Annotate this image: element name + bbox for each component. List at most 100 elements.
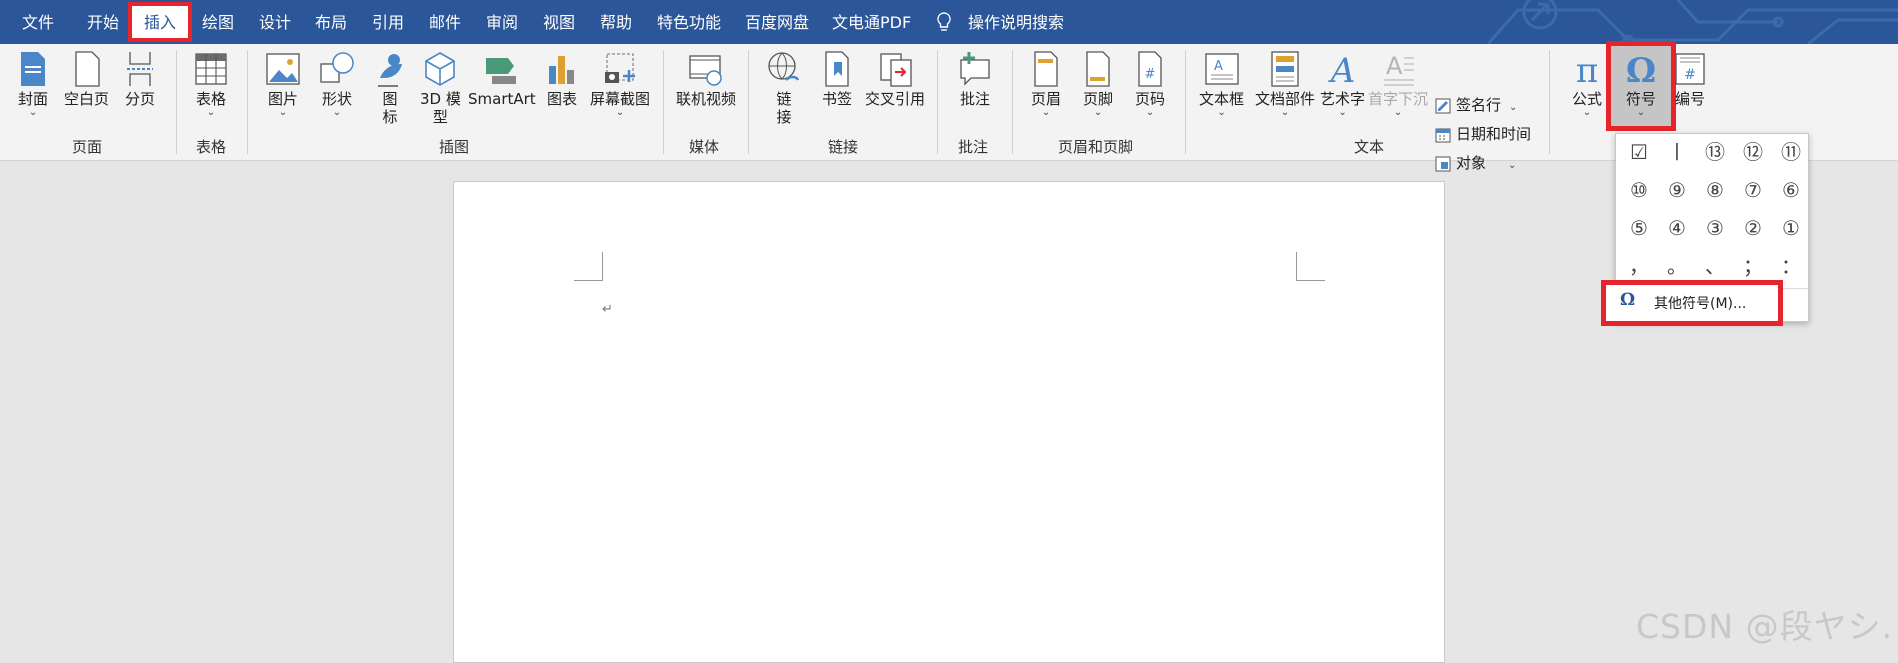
group-divider — [1012, 50, 1013, 154]
wordart-button[interactable]: A 艺术字 ⌄ — [1320, 50, 1365, 118]
tab-wendiantong-pdf[interactable]: 文电通PDF — [832, 0, 911, 44]
link-button[interactable]: 链 接 — [766, 50, 802, 126]
more-symbols-button[interactable]: Ω 其他符号(M)... — [1601, 280, 1783, 326]
bird-icon — [378, 54, 402, 87]
shapes-icon — [320, 52, 354, 83]
drop-cap-label: 首字下沉 — [1368, 90, 1429, 108]
table-button[interactable]: 表格 ⌄ — [194, 50, 228, 118]
chart-label: 图表 — [546, 90, 577, 108]
icons-button[interactable]: 图 标 — [372, 50, 408, 126]
symbol-cell[interactable]: 、 — [1698, 250, 1732, 282]
symbol-cell[interactable]: 。 — [1660, 250, 1694, 282]
chevron-down-icon: ⌄ — [1338, 107, 1347, 118]
film-icon — [689, 55, 722, 86]
screenshot-label: 屏幕截图 — [590, 90, 651, 108]
page-number-button[interactable]: # 页码 ⌄ — [1135, 50, 1165, 118]
symbol-cell[interactable]: ⑨ — [1660, 174, 1694, 206]
tab-references[interactable]: 引用 — [372, 0, 404, 44]
bookmark-button[interactable]: 书签 — [822, 50, 852, 108]
document-page[interactable] — [453, 181, 1445, 663]
smartart-icon — [485, 58, 516, 84]
symbol-cell[interactable]: ： — [1774, 250, 1808, 282]
3d-models-button[interactable]: 3D 模 型 — [420, 50, 461, 126]
tab-insert[interactable]: 插入 — [127, 2, 193, 42]
quick-parts-button[interactable]: 文档部件 ⌄ — [1255, 50, 1315, 118]
drop-cap-icon: A — [1384, 52, 1414, 86]
text-box-button[interactable]: A 文本框 ⌄ — [1199, 50, 1244, 118]
tab-review[interactable]: 审阅 — [486, 0, 518, 44]
symbol-cell[interactable]: ② — [1736, 212, 1770, 244]
object-label: 对象 — [1456, 154, 1487, 172]
cross-reference-button[interactable]: 交叉引用 — [865, 50, 925, 108]
symbol-cell[interactable]: ⑧ — [1698, 174, 1732, 206]
tab-baidu-netdisk[interactable]: 百度网盘 — [745, 0, 809, 44]
bookmark-icon — [825, 51, 849, 87]
tab-layout[interactable]: 布局 — [315, 0, 347, 44]
blank-page-button[interactable]: 空白页 — [64, 50, 109, 108]
page-break-button[interactable]: 分页 — [125, 50, 155, 108]
tab-special-features[interactable]: 特色功能 — [657, 0, 721, 44]
group-divider — [247, 50, 248, 154]
tell-me-search[interactable]: 操作说明搜索 — [968, 0, 1064, 44]
bookmark-label: 书签 — [822, 90, 853, 108]
symbol-cell[interactable]: 〡 — [1660, 136, 1694, 168]
symbol-cell[interactable]: ⑪ — [1774, 136, 1808, 168]
3d-models-label-2: 型 — [432, 108, 448, 126]
screenshot-icon — [605, 53, 635, 83]
svg-text:Ω: Ω — [1626, 51, 1656, 88]
wordart-icon: A — [1327, 51, 1355, 88]
header-button[interactable]: 页眉 ⌄ — [1031, 50, 1061, 118]
group-label-text: 文本 — [1354, 138, 1385, 156]
screenshot-button[interactable]: 屏幕截图 ⌄ — [590, 50, 650, 118]
symbol-cell[interactable]: ⑥ — [1774, 174, 1808, 206]
cover-page-label: 封面 — [18, 90, 49, 108]
shapes-button[interactable]: 形状 ⌄ — [318, 50, 356, 118]
comment-button[interactable]: 批注 — [957, 50, 993, 108]
date-time-button[interactable]: 日期和时间 — [1434, 123, 1531, 144]
symbol-cell[interactable]: ⑦ — [1736, 174, 1770, 206]
pictures-button[interactable]: 图片 ⌄ — [265, 50, 301, 118]
cover-page-button[interactable]: 封面 ⌄ — [18, 50, 48, 118]
symbol-cell[interactable]: ； — [1736, 250, 1770, 282]
page-number-icon: # — [1138, 51, 1162, 87]
object-button[interactable]: 对象 ⌄ — [1434, 152, 1516, 173]
tab-help[interactable]: 帮助 — [600, 0, 632, 44]
symbol-cell[interactable]: ⑫ — [1736, 136, 1770, 168]
equation-button[interactable]: π 公式 ⌄ — [1569, 50, 1605, 118]
chevron-down-icon: ⌄ — [28, 107, 38, 118]
equation-label: 公式 — [1571, 90, 1602, 108]
symbol-cell[interactable]: ， — [1622, 250, 1656, 282]
footer-button[interactable]: 页脚 ⌄ — [1083, 50, 1113, 118]
symbol-button-content: Ω 符号 ⌄ — [1611, 50, 1671, 118]
footer-label: 页脚 — [1083, 90, 1114, 108]
tab-design[interactable]: 设计 — [259, 0, 291, 44]
symbol-cell[interactable]: ① — [1774, 212, 1808, 244]
tab-mailings[interactable]: 邮件 — [429, 0, 461, 44]
numbering-button[interactable]: # 编号 — [1672, 50, 1708, 108]
tab-draw[interactable]: 绘图 — [202, 0, 234, 44]
symbol-cell[interactable]: ⑤ — [1622, 212, 1656, 244]
symbol-cell[interactable]: ④ — [1660, 212, 1694, 244]
icons-label-1: 图 — [382, 90, 398, 108]
symbol-cell[interactable]: ⑬ — [1698, 136, 1732, 168]
symbol-button[interactable]: Ω 符号 ⌄ — [1606, 41, 1676, 131]
drop-cap-button[interactable]: A 首字下沉 ⌄ — [1368, 50, 1428, 118]
link-label-1: 链 — [776, 90, 792, 108]
online-video-button[interactable]: 联机视频 — [676, 50, 736, 108]
chart-button[interactable]: 图表 — [545, 50, 579, 108]
signature-line-button[interactable]: 签名行 ⌄ — [1434, 94, 1517, 115]
header-icon — [1034, 51, 1058, 87]
symbol-cell[interactable]: ③ — [1698, 212, 1732, 244]
symbol-cell[interactable]: ☑ — [1622, 136, 1656, 168]
group-divider — [1549, 50, 1550, 154]
tab-home[interactable]: 开始 — [87, 0, 119, 44]
group-label-media: 媒体 — [689, 138, 720, 156]
tab-view[interactable]: 视图 — [543, 0, 575, 44]
omega-icon: Ω — [1620, 290, 1636, 310]
smartart-button[interactable]: SmartArt — [468, 50, 536, 108]
chevron-down-icon: ⌄ — [1093, 107, 1103, 118]
symbol-cell[interactable]: ⑩ — [1622, 174, 1656, 206]
signature-line-label: 签名行 — [1456, 96, 1502, 114]
tab-file[interactable]: 文件 — [22, 0, 54, 44]
footer-icon — [1086, 51, 1110, 87]
